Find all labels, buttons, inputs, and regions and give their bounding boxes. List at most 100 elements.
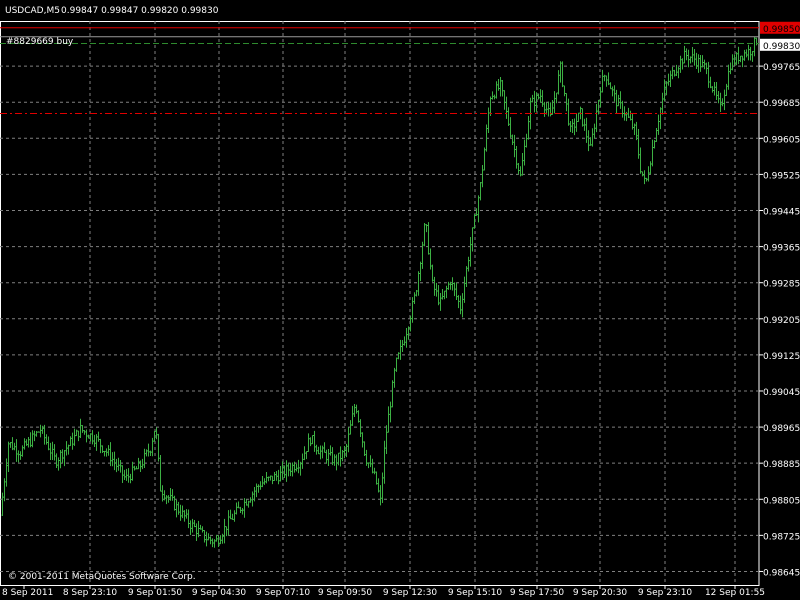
ohlc-bar: [605, 75, 608, 87]
ohlc-bar: [555, 92, 558, 104]
ohlc-bar: [53, 444, 56, 461]
ohlc-bar: [481, 164, 484, 188]
ohlc-bar: [369, 455, 372, 468]
ohlc-bar: [243, 498, 246, 518]
ohlc-bar: [441, 288, 444, 300]
ohlc-bar: [627, 107, 630, 118]
x-tick-label: 9 Sep 01:50: [128, 588, 183, 598]
ohlc-bar: [647, 166, 650, 182]
ohlc-bar: [673, 69, 676, 77]
x-tick-label: 8 Sep 2011: [2, 588, 53, 598]
ohlc-bar: [393, 367, 396, 388]
price-chart[interactable]: 0.99765 0.99685 0.99605 0.99525 0.99445 0.993…: [0, 0, 800, 600]
ohlc-bar: [399, 339, 402, 360]
ohlc-bar: [301, 453, 304, 469]
ohlc-bar: [371, 458, 374, 474]
ohlc-bar: [417, 271, 420, 296]
ohlc-bar: [69, 436, 72, 447]
ohlc-bar: [599, 87, 602, 108]
ohlc-bar: [101, 445, 104, 454]
ohlc-bar: [457, 295, 460, 309]
ohlc-bar: [507, 107, 510, 127]
ohlc-bar: [479, 182, 482, 201]
ohlc-bar: [261, 475, 264, 488]
ohlc-bar: [363, 441, 366, 456]
ohlc-bar: [323, 442, 326, 453]
ohlc-bar: [377, 478, 380, 493]
ohlc-bar: [299, 461, 302, 476]
ohlc-bar: [7, 441, 10, 473]
ohlc-bar: [249, 497, 252, 503]
ohlc-bar: [105, 448, 108, 457]
order-label: #8829669 buy: [6, 37, 74, 47]
ohlc-bar: [165, 495, 168, 505]
symbol-title: USDCAD,M5: [5, 6, 60, 16]
x-tick-label: 9 Sep 17:50: [510, 588, 565, 598]
ohlc-bar: [655, 127, 658, 142]
ohlc-bar: [583, 118, 586, 131]
ohlc-bar: [697, 54, 700, 73]
ohlc-bar: [13, 442, 16, 451]
ohlc-bar: [121, 465, 124, 484]
ohlc-bar: [267, 476, 270, 482]
ohlc-bar: [527, 116, 530, 140]
ohlc-bar: [739, 55, 742, 63]
ohlc-bar: [463, 276, 466, 303]
ohlc-bar: [743, 49, 746, 61]
ohlc-bar: [607, 72, 610, 86]
ohlc-bar: [455, 282, 458, 301]
ohlc-bar: [155, 427, 158, 440]
ohlc-bar: [203, 530, 206, 543]
ohlc-bar: [295, 464, 298, 472]
ohlc-bar: [609, 82, 612, 90]
ohlc-bar: [689, 56, 692, 64]
ohlc-bar: [567, 98, 570, 126]
ohlc-bar: [23, 438, 26, 450]
ohlc-bar: [469, 237, 472, 267]
ohlc-bar: [395, 357, 398, 372]
ohlc-bar: [359, 419, 362, 438]
ohlc-bar: [117, 457, 120, 471]
ohlc-bar: [365, 449, 368, 466]
ohlc-bar: [303, 446, 306, 461]
ohlc-bar: [675, 64, 678, 77]
ohlc-bar: [199, 524, 202, 530]
y-tick-label: 0.99365: [763, 244, 800, 254]
ohlc-bar: [235, 502, 238, 515]
ohlc-bar: [285, 460, 288, 482]
ohlc-bar: [547, 101, 550, 117]
ohlc-bar: [297, 459, 300, 474]
y-tick-label: 0.99205: [763, 316, 800, 326]
ohlc-bar: [425, 224, 428, 233]
ohlc-bar: [83, 430, 86, 435]
price-axis: 0.99765 0.99685 0.99605 0.99525 0.99445 0.993…: [759, 21, 800, 578]
ohlc-bar: [259, 481, 262, 490]
ohlc-bar: [447, 281, 450, 290]
ohlc-bar: [279, 465, 282, 482]
ohlc-bar: [141, 458, 144, 470]
ohlc-bar: [257, 484, 260, 493]
ohlc-bar: [373, 467, 376, 475]
ohlc-bar: [439, 292, 442, 311]
y-tick-label: 0.99685: [763, 99, 800, 109]
ohlc-bar: [177, 501, 180, 515]
ohlc-bar: [157, 433, 160, 462]
ohlc-bar: [237, 501, 240, 509]
ohlc-bar: [139, 460, 142, 473]
ohlc-bar: [27, 436, 30, 448]
ohlc-bar: [491, 91, 494, 100]
x-tick-label: 8 Sep 23:10: [63, 588, 118, 598]
ohlc-bar: [645, 177, 648, 182]
ohlc-bar: [227, 510, 230, 536]
x-tick-label: 9 Sep 04:30: [192, 588, 247, 598]
x-tick-label: 9 Sep 23:10: [638, 588, 693, 598]
ohlc-bar: [477, 195, 480, 223]
ohlc-bar: [313, 430, 316, 452]
ohlc-bar: [315, 444, 318, 455]
ohlc-bar: [431, 264, 434, 282]
ohlc-bar: [189, 520, 192, 536]
ohlc-bar: [629, 110, 632, 121]
ohlc-bar: [741, 55, 744, 68]
ohlc-bar: [499, 77, 502, 97]
ohlc-bar: [15, 439, 18, 462]
